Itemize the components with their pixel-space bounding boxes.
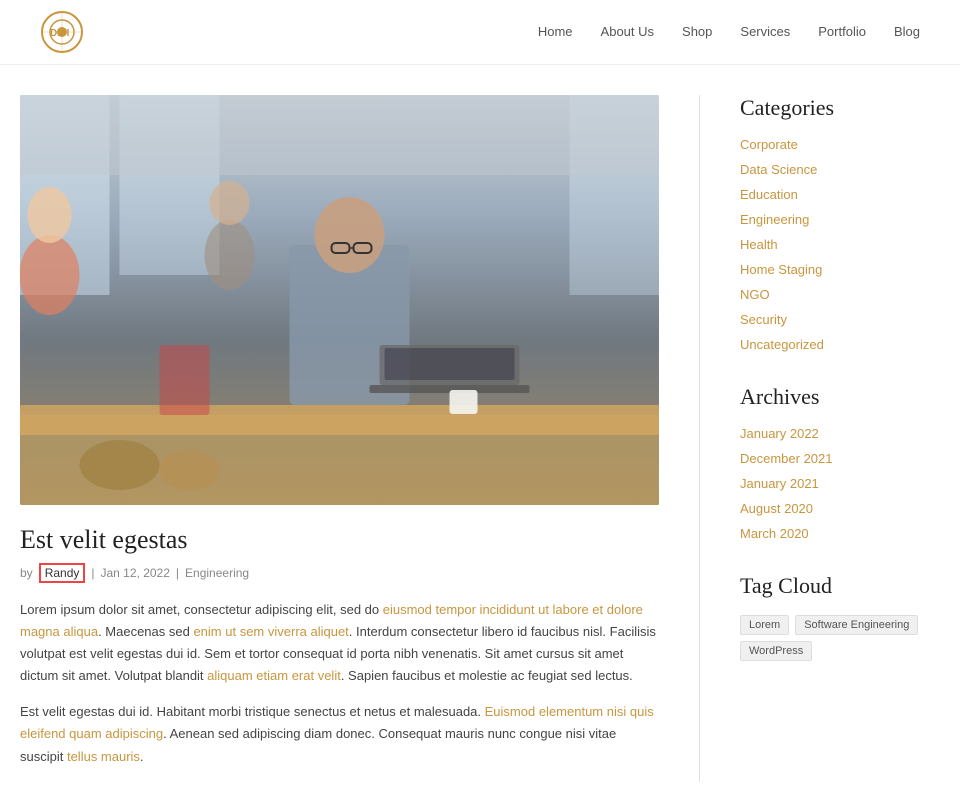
- list-item: Security: [740, 312, 940, 329]
- categories-title: Categories: [740, 95, 940, 121]
- nav-blog[interactable]: Blog: [894, 24, 920, 39]
- post-image-scene: [20, 95, 659, 505]
- link-5[interactable]: tellus mauris: [67, 749, 140, 764]
- main-nav: DIVI Home About Us Shop Services Portfol…: [0, 0, 960, 65]
- post-date: Jan 12, 2022: [101, 566, 170, 580]
- logo[interactable]: DIVI: [40, 10, 84, 54]
- nav-shop[interactable]: Shop: [682, 24, 712, 39]
- list-item: NGO: [740, 287, 940, 304]
- category-health[interactable]: Health: [740, 237, 778, 252]
- list-item: Engineering: [740, 212, 940, 229]
- category-corporate[interactable]: Corporate: [740, 137, 798, 152]
- category-engineering[interactable]: Engineering: [740, 212, 809, 227]
- archive-dec-2021[interactable]: December 2021: [740, 451, 833, 466]
- post-paragraph-2: Est velit egestas dui id. Habitant morbi…: [20, 701, 659, 767]
- archives-section: Archives January 2022 December 2021 Janu…: [740, 384, 940, 543]
- list-item: Education: [740, 187, 940, 204]
- list-item: Home Staging: [740, 262, 940, 279]
- post-title: Est velit egestas: [20, 525, 659, 555]
- post-image: [20, 95, 659, 505]
- link-2[interactable]: enim ut sem viverra aliquet: [193, 624, 348, 639]
- post-meta: by Randy | Jan 12, 2022 | Engineering: [20, 563, 659, 583]
- list-item: January 2022: [740, 426, 940, 443]
- nav-services[interactable]: Services: [740, 24, 790, 39]
- category-home-staging[interactable]: Home Staging: [740, 262, 822, 277]
- sidebar: Categories Corporate Data Science Educat…: [740, 95, 940, 782]
- category-security[interactable]: Security: [740, 312, 787, 327]
- nav-portfolio[interactable]: Portfolio: [818, 24, 866, 39]
- list-item: Data Science: [740, 162, 940, 179]
- meta-separator-2: |: [176, 566, 179, 580]
- nav-home[interactable]: Home: [538, 24, 573, 39]
- categories-section: Categories Corporate Data Science Educat…: [740, 95, 940, 354]
- vertical-divider: [699, 95, 700, 782]
- archive-mar-2020[interactable]: March 2020: [740, 526, 809, 541]
- link-4[interactable]: Euismod elementum nisi quis eleifend qua…: [20, 704, 654, 741]
- list-item: Corporate: [740, 137, 940, 154]
- archive-aug-2020[interactable]: August 2020: [740, 501, 813, 516]
- by-label: by: [20, 566, 33, 580]
- author-box: Randy: [39, 563, 86, 583]
- category-uncategorized[interactable]: Uncategorized: [740, 337, 824, 352]
- svg-text:DIVI: DIVI: [50, 28, 70, 39]
- nav-about[interactable]: About Us: [601, 24, 654, 39]
- archive-jan-2021[interactable]: January 2021: [740, 476, 819, 491]
- archive-jan-2022[interactable]: January 2022: [740, 426, 819, 441]
- tagcloud-title: Tag Cloud: [740, 573, 940, 599]
- link-3[interactable]: aliquam etiam erat velit: [207, 668, 341, 683]
- post-paragraph-1: Lorem ipsum dolor sit amet, consectetur …: [20, 599, 659, 687]
- category-education[interactable]: Education: [740, 187, 798, 202]
- list-item: December 2021: [740, 451, 940, 468]
- meta-separator-1: |: [91, 566, 94, 580]
- nav-links: Home About Us Shop Services Portfolio Bl…: [538, 24, 920, 41]
- list-item: Uncategorized: [740, 337, 940, 354]
- tagcloud-section: Tag Cloud Lorem Software Engineering Wor…: [740, 573, 940, 661]
- list-item: March 2020: [740, 526, 940, 543]
- tag-wordpress[interactable]: WordPress: [740, 641, 812, 661]
- categories-list: Corporate Data Science Education Enginee…: [740, 137, 940, 354]
- post-category[interactable]: Engineering: [185, 566, 249, 580]
- list-item: August 2020: [740, 501, 940, 518]
- main-content: Est velit egestas by Randy | Jan 12, 202…: [20, 95, 659, 782]
- category-data-science[interactable]: Data Science: [740, 162, 817, 177]
- list-item: January 2021: [740, 476, 940, 493]
- tag-lorem[interactable]: Lorem: [740, 615, 789, 635]
- post-body: Lorem ipsum dolor sit amet, consectetur …: [20, 599, 659, 768]
- archives-title: Archives: [740, 384, 940, 410]
- category-ngo[interactable]: NGO: [740, 287, 770, 302]
- tag-software-engineering[interactable]: Software Engineering: [795, 615, 918, 635]
- tag-cloud: Lorem Software Engineering WordPress: [740, 615, 940, 661]
- archives-list: January 2022 December 2021 January 2021 …: [740, 426, 940, 543]
- list-item: Health: [740, 237, 940, 254]
